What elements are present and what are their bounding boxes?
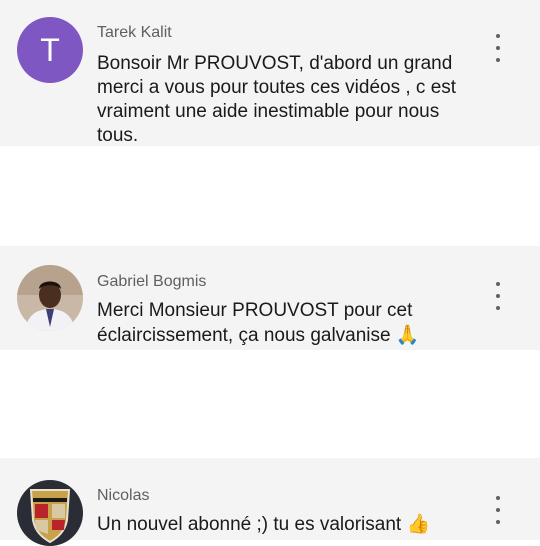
porsche-crest-icon bbox=[17, 480, 83, 546]
profile-photo-icon bbox=[17, 265, 83, 331]
comment-text-body: Merci Monsieur PROUVOST pour cet éclairc… bbox=[97, 300, 413, 346]
more-options-icon[interactable] bbox=[492, 282, 504, 310]
avatar[interactable] bbox=[17, 480, 83, 546]
thumbs-up-emoji-icon: 👍 bbox=[406, 513, 431, 535]
more-options-icon[interactable] bbox=[492, 496, 504, 524]
comment-author[interactable]: Tarek Kalit bbox=[97, 24, 172, 42]
comment-card: Nicolas Un nouvel abonné ;) tu es valori… bbox=[0, 458, 540, 546]
comment-text: Merci Monsieur PROUVOST pour cet éclairc… bbox=[97, 299, 477, 348]
comment-author[interactable]: Nicolas bbox=[97, 487, 149, 505]
comment-card: T Tarek Kalit Bonsoir Mr PROUVOST, d'abo… bbox=[0, 0, 540, 146]
comment-text: Bonsoir Mr PROUVOST, d'abord un grand me… bbox=[97, 53, 457, 146]
comment-text: Un nouvel abonné ;) tu es valorisant 👍 bbox=[97, 512, 477, 537]
comment-card: Gabriel Bogmis Merci Monsieur PROUVOST p… bbox=[0, 246, 540, 350]
avatar[interactable]: T bbox=[17, 17, 83, 83]
comment-text-body: Un nouvel abonné ;) tu es valorisant bbox=[97, 514, 402, 535]
comment-author[interactable]: Gabriel Bogmis bbox=[97, 273, 206, 291]
pray-emoji-icon: 🙏 bbox=[395, 324, 420, 346]
avatar[interactable] bbox=[17, 265, 83, 331]
more-options-icon[interactable] bbox=[492, 34, 504, 62]
